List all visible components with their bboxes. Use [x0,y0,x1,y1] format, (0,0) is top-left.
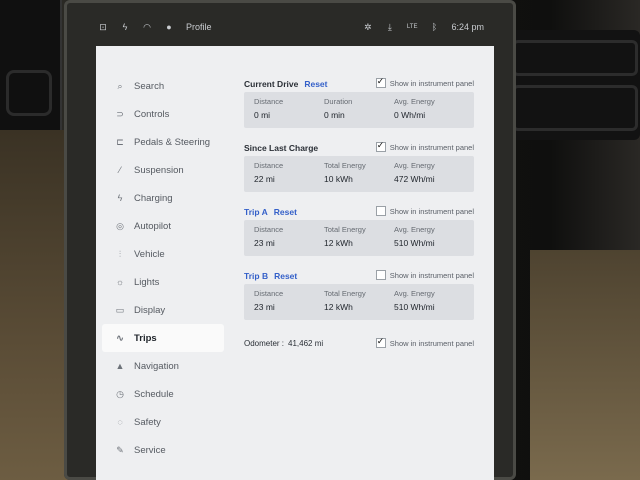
trip-b-distance-value: 23 mi [254,302,275,312]
trip-b-total-energy-value: 12 kWh [324,302,353,312]
since-last-charge-show-checkbox[interactable]: Show in instrument panel [375,140,474,152]
trip-a-section: Trip A Reset Show in instrument panel Dis… [244,204,474,256]
checkbox-empty-icon [375,270,386,280]
sidebar-item-suspension[interactable]: ⁄ Suspension [96,156,226,184]
tpms-icon[interactable]: ◠ [142,22,152,32]
sidebar-item-trips[interactable]: ∿ Trips [102,324,224,352]
lightbulb-icon: ☼ [115,277,125,287]
sidebar-item-search[interactable]: ⌕ Search [96,72,226,100]
lte-label: LTE [406,24,418,30]
sidebar-item-service[interactable]: ✎ Service [96,436,226,464]
car-icon: ⊏ [116,136,124,147]
bolt-icon: ϟ [117,193,123,203]
odometer-show-checkbox[interactable]: Show in instrument panel [375,336,474,348]
search-icon: ⌕ [117,80,123,91]
current-drive-show-checkbox[interactable]: Show in instrument panel [375,76,474,88]
settings-icon[interactable]: ✲ [363,22,373,32]
sidebar-item-navigation[interactable]: ▲ Navigation [96,352,226,380]
checkbox-empty-icon [375,206,386,216]
download-icon[interactable]: ⤓ [385,22,395,32]
trips-icon: ∿ [116,332,124,343]
odometer-row: Odometer : 41,462 mi Show in instrument … [244,334,474,352]
trip-b-title: Trip B [244,271,269,281]
navigation-arrow-icon: ▲ [115,361,125,371]
car-interior: ⊡ ϟ ◠ ● Profile ✲ ⤓ LTE ᛒ 6:24 pm ⌕ Searc… [0,0,640,480]
sidebar-item-display[interactable]: ▭ Display [96,296,226,324]
sidebar-item-vehicle[interactable]: ⫶ Vehicle [96,240,226,268]
current-drive-card: Distance 0 mi Duration 0 min Avg. Energy 0 … [244,92,474,128]
current-duration-value: 0 min [324,110,345,120]
left-trim [0,130,70,480]
current-drive-section: Current Drive Reset Show in instrument pa… [244,76,474,128]
trip-a-distance-value: 23 mi [254,238,275,248]
trip-a-energy-value: 510 Wh/mi [394,238,435,248]
status-bar: ⊡ ϟ ◠ ● Profile ✲ ⤓ LTE ᛒ 6:24 pm [88,14,492,44]
display-icon: ▭ [115,304,125,315]
toggle-icon: ⊃ [116,108,124,119]
current-drive-title: Current Drive [244,79,299,89]
checkbox-checked-icon [375,76,386,88]
sidebar-item-schedule[interactable]: ◷ Schedule [96,380,226,408]
steering-wheel-icon: ◎ [116,220,124,231]
suspension-icon: ⁄ [119,165,121,175]
trip-a-card: Distance 23 mi Total Energy 12 kWh Avg. En… [244,220,474,256]
checkbox-checked-icon [375,336,386,348]
right-trim [530,250,640,480]
bluetooth-icon[interactable]: ᛒ [429,22,439,32]
current-energy-value: 0 Wh/mi [394,110,426,120]
sidebar-item-pedals-steering[interactable]: ⊏ Pedals & Steering [96,128,226,156]
trip-b-card: Distance 23 mi Total Energy 12 kWh Avg. En… [244,284,474,320]
sidebar-item-lights[interactable]: ☼ Lights [96,268,226,296]
shield-icon: ◌ [117,417,123,427]
since-last-charge-section: Since Last Charge Show in instrument pan… [244,140,474,192]
checkbox-checked-icon [375,140,386,152]
odometer-value: 41,462 mi [288,338,324,348]
sidebar-item-autopilot[interactable]: ◎ Autopilot [96,212,226,240]
trip-a-show-checkbox[interactable]: Show in instrument panel [375,206,474,216]
bolt-icon[interactable]: ϟ [120,22,130,32]
since-total-energy-value: 10 kWh [324,174,353,184]
clock-icon: ◷ [116,388,124,399]
current-drive-reset-button[interactable]: Reset [304,79,327,89]
since-energy-value: 472 Wh/mi [394,174,435,184]
trip-b-section: Trip B Reset Show in instrument panel Dis… [244,268,474,320]
sidebar-item-safety[interactable]: ◌ Safety [96,408,226,436]
clock-time: 6:24 pm [451,22,484,32]
sidebar-item-controls[interactable]: ⊃ Controls [96,100,226,128]
odometer-label: Odometer : [244,338,285,348]
sidebar-item-charging[interactable]: ϟ Charging [96,184,226,212]
since-last-charge-card: Distance 22 mi Total Energy 10 kWh Avg. En… [244,156,474,192]
current-distance-value: 0 mi [254,110,271,120]
trips-panel: Current Drive Reset Show in instrument pa… [244,76,474,352]
trip-b-reset-button[interactable]: Reset [274,271,297,281]
sliders-icon: ⫶ [118,248,122,259]
wrench-icon: ✎ [116,444,124,455]
trip-b-show-checkbox[interactable]: Show in instrument panel [375,270,474,280]
person-icon: ● [166,22,172,32]
settings-screen: ⌕ Search ⊃ Controls ⊏ Pedals & Steering ⁄ Su… [96,46,494,480]
right-air-vent [500,30,640,140]
trip-a-total-energy-value: 12 kWh [324,238,353,248]
settings-sidebar: ⌕ Search ⊃ Controls ⊏ Pedals & Steering ⁄ Su… [96,72,226,464]
trip-a-title: Trip A [244,207,268,217]
trip-b-energy-value: 510 Wh/mi [394,302,435,312]
trip-a-reset-button[interactable]: Reset [274,207,297,217]
left-air-vent [0,0,62,130]
profile-label[interactable]: Profile [186,22,212,32]
since-last-charge-title: Since Last Charge [244,143,319,153]
lock-icon[interactable]: ⊡ [98,22,108,32]
since-distance-value: 22 mi [254,174,275,184]
